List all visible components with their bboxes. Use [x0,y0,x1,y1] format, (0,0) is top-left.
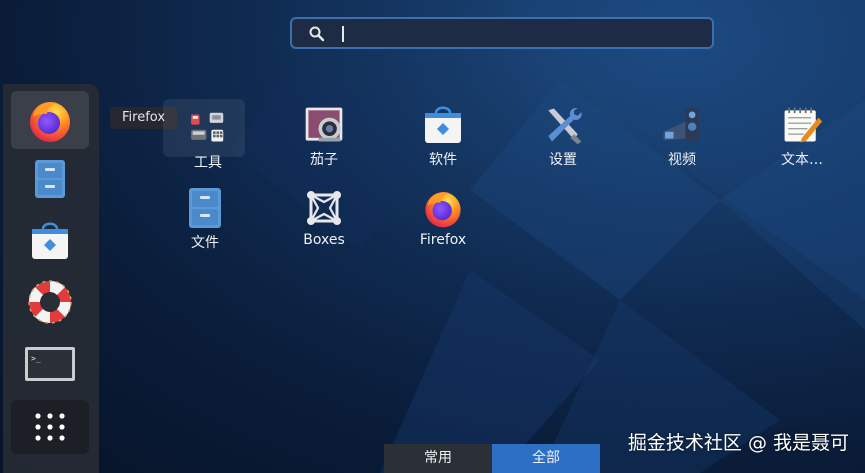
utilities-folder-icon [191,112,224,142]
dash-item-firefox[interactable] [11,91,89,149]
app-label: 设置 [549,152,577,168]
file-cabinet-icon [189,188,221,228]
cheese-camera-icon [305,107,343,142]
app-firefox[interactable]: Firefox [393,186,493,258]
show-apps-button[interactable] [11,400,89,454]
firefox-icon [425,192,461,228]
terminal-icon: >_ [25,347,75,381]
app-files[interactable]: 文件 [155,186,255,258]
app-label: 软件 [429,152,457,168]
search-icon [309,26,325,42]
settings-tools-icon [548,108,582,145]
dash-item-help[interactable] [11,273,89,331]
software-bag-icon [425,106,461,143]
boxes-icon [307,191,341,225]
firefox-icon [30,102,70,142]
app-cheese[interactable]: 茄子 [274,103,374,175]
app-label: Firefox [419,232,467,248]
text-editor-icon [784,107,823,143]
lifebuoy-icon [28,280,72,324]
app-text-editor[interactable]: 文本… [752,103,852,175]
app-utilities[interactable]: 工具 [158,106,258,178]
text-cursor [342,26,344,42]
app-software[interactable]: 软件 [393,103,493,175]
app-label: 文本… [781,152,823,168]
search-input[interactable] [340,22,704,46]
app-label: 文件 [191,235,219,251]
dash-item-files[interactable] [11,150,89,208]
file-cabinet-icon [35,160,65,198]
software-bag-icon [32,222,68,259]
svg-text:>_: >_ [31,354,41,363]
app-boxes[interactable]: Boxes [274,186,374,258]
watermark: 掘金技术社区 @ 我是聂可 [627,432,849,454]
app-grid-icon [35,413,65,441]
tab-frequent[interactable]: 常用 [384,444,492,473]
app-label: 茄子 [310,152,338,168]
app-settings[interactable]: 设置 [513,103,613,175]
dash-item-terminal[interactable]: >_ [11,335,89,393]
app-label: 工具 [194,155,222,171]
app-videos[interactable]: 视频 [632,103,732,175]
tab-all[interactable]: 全部 [492,444,600,473]
app-label: 视频 [668,152,696,168]
search-bar[interactable] [290,17,714,49]
video-projector-icon [663,108,699,142]
app-label: Boxes [303,232,345,248]
dash-item-software[interactable] [11,212,89,270]
view-switcher: 常用 全部 [384,444,600,473]
